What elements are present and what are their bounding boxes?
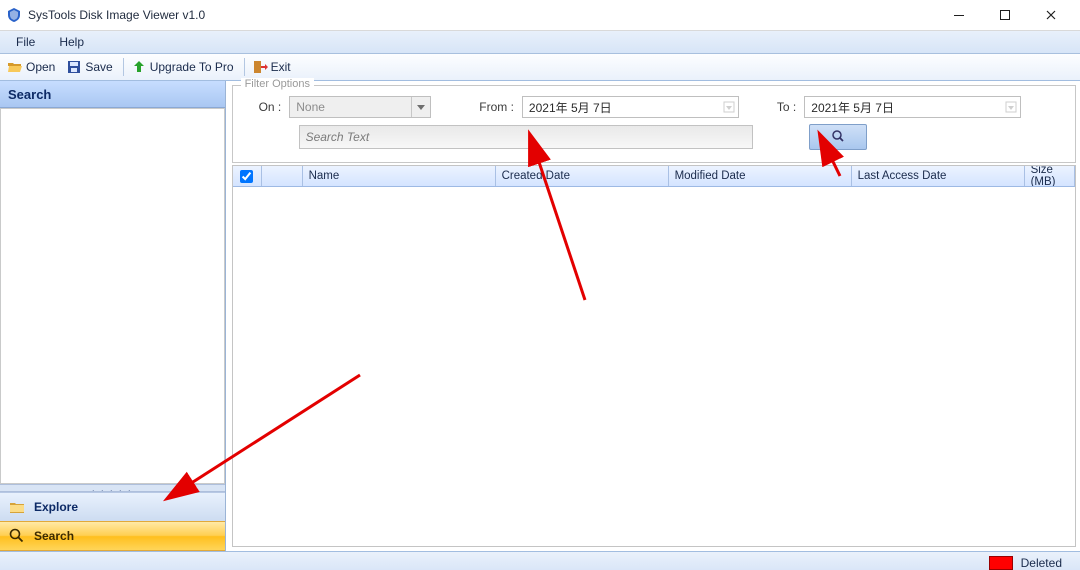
from-date-value: 2021年 5月 7日 xyxy=(523,99,720,116)
deleted-label: Deleted xyxy=(1021,556,1062,570)
maximize-button[interactable] xyxy=(982,0,1028,30)
save-label: Save xyxy=(85,60,112,74)
column-icon[interactable] xyxy=(262,166,303,186)
sidebar-item-label: Explore xyxy=(34,500,78,514)
workspace: Search . . . . . Explore Search Filter O… xyxy=(0,81,1080,551)
sidebar-grip[interactable]: . . . . . xyxy=(0,484,225,492)
to-label: To : xyxy=(777,100,796,114)
on-combo-value: None xyxy=(290,100,411,114)
filter-options-group: Filter Options On : None From : 2021年 5月… xyxy=(232,85,1076,163)
sidebar: Search . . . . . Explore Search xyxy=(0,81,226,551)
exit-button[interactable]: Exit xyxy=(249,57,297,77)
magnifier-icon xyxy=(8,527,26,545)
column-created[interactable]: Created Date xyxy=(496,166,669,186)
search-placeholder: Search Text xyxy=(306,130,370,144)
grid-body[interactable] xyxy=(233,187,1075,546)
select-all-checkbox[interactable] xyxy=(240,170,253,183)
run-search-button[interactable] xyxy=(809,124,867,150)
to-date-value: 2021年 5月 7日 xyxy=(805,99,1002,116)
menu-file[interactable]: File xyxy=(6,33,45,51)
sidebar-item-explore[interactable]: Explore xyxy=(0,492,225,521)
floppy-icon xyxy=(66,59,82,75)
magnifier-icon xyxy=(831,129,845,146)
filter-row-search: Search Text xyxy=(239,124,1069,150)
upgrade-label: Upgrade To Pro xyxy=(150,60,234,74)
minimize-button[interactable] xyxy=(936,0,982,30)
open-label: Open xyxy=(26,60,55,74)
calendar-drop-icon xyxy=(720,97,738,117)
from-date-picker[interactable]: 2021年 5月 7日 xyxy=(522,96,739,118)
search-text-input[interactable]: Search Text xyxy=(299,125,753,149)
column-lastaccess[interactable]: Last Access Date xyxy=(852,166,1025,186)
app-icon xyxy=(6,7,22,23)
from-label: From : xyxy=(479,100,514,114)
results-grid: Name Created Date Modified Date Last Acc… xyxy=(232,165,1076,547)
sidebar-header: Search xyxy=(0,81,225,108)
on-label: On : xyxy=(259,100,282,114)
title-bar: SysTools Disk Image Viewer v1.0 xyxy=(0,0,1080,31)
status-bar: Deleted xyxy=(0,551,1080,570)
column-modified[interactable]: Modified Date xyxy=(669,166,852,186)
exit-icon xyxy=(252,59,268,75)
column-size[interactable]: Size (MB) xyxy=(1025,166,1075,186)
sidebar-item-search[interactable]: Search xyxy=(0,521,225,551)
menu-help[interactable]: Help xyxy=(49,33,94,51)
arrow-up-icon xyxy=(131,59,147,75)
window-title: SysTools Disk Image Viewer v1.0 xyxy=(28,8,205,22)
sidebar-tree-area[interactable] xyxy=(0,108,225,484)
on-combo[interactable]: None xyxy=(289,96,431,118)
toolbar: Open Save Upgrade To Pro Exit xyxy=(0,54,1080,81)
exit-label: Exit xyxy=(271,60,291,74)
toolbar-separator xyxy=(123,58,124,76)
folder-open-icon xyxy=(7,59,23,75)
save-button[interactable]: Save xyxy=(63,57,118,77)
main-panel: Filter Options On : None From : 2021年 5月… xyxy=(226,81,1080,551)
deleted-color-swatch xyxy=(989,556,1013,570)
toolbar-separator xyxy=(244,58,245,76)
close-button[interactable] xyxy=(1028,0,1074,30)
sidebar-item-label: Search xyxy=(34,529,74,543)
upgrade-button[interactable]: Upgrade To Pro xyxy=(128,57,240,77)
grid-header: Name Created Date Modified Date Last Acc… xyxy=(233,166,1075,187)
calendar-drop-icon xyxy=(1002,97,1020,117)
column-checkbox[interactable] xyxy=(233,166,262,186)
chevron-down-icon xyxy=(411,97,430,117)
open-button[interactable]: Open xyxy=(4,57,61,77)
filter-row-dates: On : None From : 2021年 5月 7日 To : 202 xyxy=(239,96,1069,118)
filter-legend: Filter Options xyxy=(241,78,314,90)
menu-bar: File Help xyxy=(0,31,1080,54)
column-name[interactable]: Name xyxy=(303,166,496,186)
folder-icon xyxy=(8,498,26,516)
to-date-picker[interactable]: 2021年 5月 7日 xyxy=(804,96,1021,118)
